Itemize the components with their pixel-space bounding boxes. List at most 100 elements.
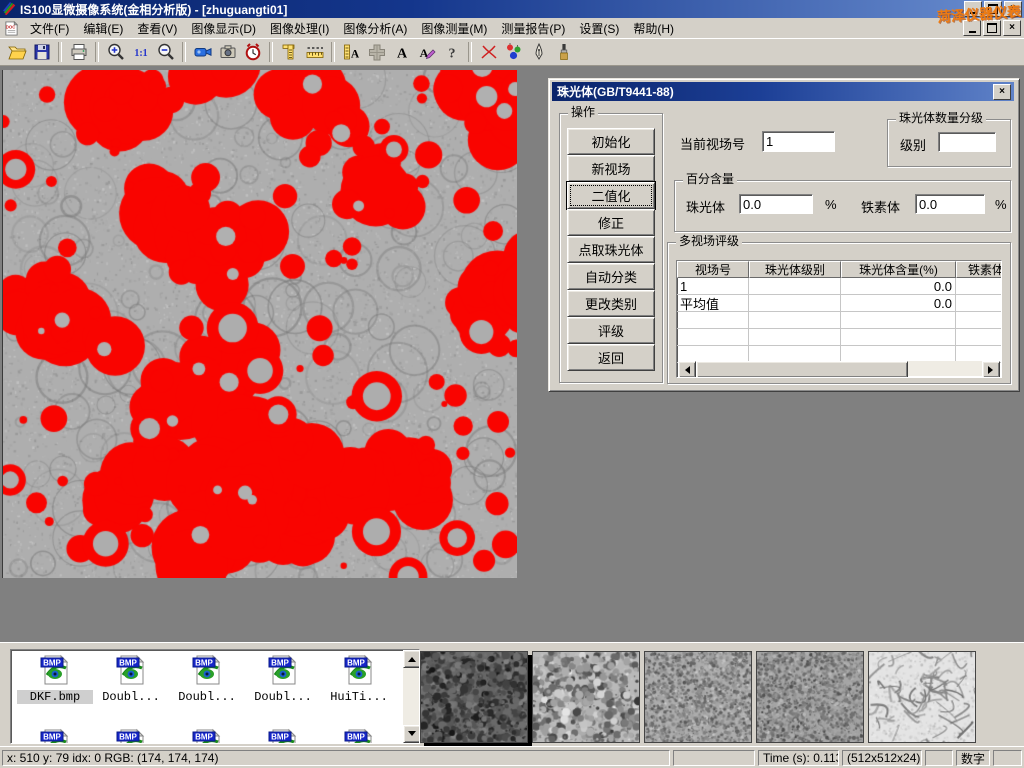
new-field-button[interactable]: 新视场 — [567, 155, 655, 182]
table-row[interactable]: 1 0.0 — [677, 278, 1001, 295]
menu-settings[interactable]: 设置(S) — [572, 18, 626, 39]
percent-group: 百分含量 珠光体 % 铁素体 % — [674, 180, 1011, 232]
menu-image-analysis[interactable]: 图像分析(A) — [336, 18, 414, 39]
auto-classify-button[interactable]: 自动分类 — [567, 263, 655, 290]
ferrite-percent-input[interactable] — [915, 194, 985, 214]
thumbnail-1[interactable] — [420, 651, 528, 743]
thumbnail-4[interactable] — [756, 651, 864, 743]
scroll-down-icon[interactable] — [403, 725, 420, 743]
status-empty-2 — [925, 750, 953, 766]
ferrite-label: 铁素体 — [861, 197, 900, 216]
menu-image-measure[interactable]: 图像测量(M) — [414, 18, 494, 39]
svg-text:1:1: 1:1 — [134, 48, 147, 59]
actual-size-icon[interactable]: 1:1 — [128, 40, 153, 64]
menu-file[interactable]: 文件(F) — [23, 18, 76, 39]
init-button[interactable]: 初始化 — [567, 128, 655, 155]
return-button[interactable]: 返回 — [567, 344, 655, 371]
video-camera-icon[interactable] — [190, 40, 215, 64]
file-item[interactable] — [17, 727, 93, 744]
status-mode: 数字 — [956, 750, 990, 766]
still-camera-icon[interactable] — [215, 40, 240, 64]
menu-help[interactable]: 帮助(H) — [626, 18, 681, 39]
thumbnail-2[interactable] — [532, 651, 640, 743]
child-restore-button[interactable] — [983, 20, 1001, 36]
file-item[interactable] — [245, 727, 321, 744]
letter-a-icon[interactable]: A — [389, 40, 414, 64]
help-icon[interactable]: ? — [439, 40, 464, 64]
scroll-left-icon[interactable] — [678, 361, 696, 378]
file-item[interactable]: Doubl... — [169, 653, 245, 704]
dialog-close-button[interactable]: × — [993, 84, 1011, 100]
binarize-button[interactable]: 二值化 — [567, 182, 655, 209]
file-list-scrollbar[interactable] — [403, 650, 419, 743]
current-field-input[interactable] — [762, 131, 835, 152]
timer-clock-icon[interactable] — [240, 40, 265, 64]
status-image-size: (512x512x24) — [842, 750, 922, 766]
child-close-button[interactable]: × — [1003, 20, 1021, 36]
table-row[interactable]: 平均值 0.0 — [677, 295, 1001, 312]
correct-button[interactable]: 修正 — [567, 209, 655, 236]
rate-button[interactable]: 评级 — [567, 317, 655, 344]
grid-stamp-icon[interactable] — [364, 40, 389, 64]
brush-icon[interactable] — [551, 40, 576, 64]
zoom-in-icon[interactable] — [103, 40, 128, 64]
menu-measure-report[interactable]: 测量报告(P) — [494, 18, 572, 39]
status-time: Time (s): 0.113 — [758, 750, 839, 766]
file-item[interactable]: DKF.bmp — [17, 653, 93, 704]
col-pearlite-level: 珠光体级别 — [749, 261, 841, 278]
open-folder-icon[interactable] — [4, 40, 29, 64]
thumbnail-5[interactable] — [868, 651, 976, 743]
menu-image-processing[interactable]: 图像处理(I) — [263, 18, 336, 39]
menu-edit[interactable]: 编辑(E) — [76, 18, 130, 39]
scrollbar-thumb[interactable] — [696, 361, 908, 378]
table-horizontal-scrollbar[interactable] — [678, 361, 1000, 376]
annotate-edit-icon[interactable]: A — [414, 40, 439, 64]
pearlite-percent-input[interactable] — [739, 194, 813, 214]
micrograph-canvas[interactable] — [2, 70, 517, 578]
ruler-dashed-icon[interactable] — [302, 40, 327, 64]
minimize-button[interactable] — [964, 1, 982, 17]
curve-tool-icon[interactable] — [476, 40, 501, 64]
file-item[interactable]: Doubl... — [245, 653, 321, 704]
change-class-button[interactable]: 更改类别 — [567, 290, 655, 317]
current-field-label: 当前视场号 — [680, 134, 745, 153]
pick-pearlite-button[interactable]: 点取珠光体 — [567, 236, 655, 263]
restore-button[interactable] — [984, 1, 1002, 17]
file-item[interactable]: Doubl... — [93, 653, 169, 704]
scroll-right-icon[interactable] — [982, 361, 1000, 378]
table-row[interactable] — [677, 312, 1001, 329]
table-row[interactable] — [677, 329, 1001, 346]
child-minimize-button[interactable] — [963, 20, 981, 36]
level-input[interactable] — [938, 132, 996, 152]
window-title: IS100显微摄像系统(金相分析版) - [zhuguangti01] — [20, 1, 287, 18]
caliper-icon[interactable] — [277, 40, 302, 64]
save-icon[interactable] — [29, 40, 54, 64]
grading-group: 珠光体数量分级 级别 — [887, 119, 1011, 167]
scroll-up-icon[interactable] — [403, 650, 420, 668]
dialog-title-bar[interactable]: 珠光体(GB/T9441-88) × — [552, 82, 1014, 101]
multifield-group-label: 多视场评级 — [676, 234, 742, 249]
classify-balls-icon[interactable] — [501, 40, 526, 64]
file-item[interactable] — [93, 727, 169, 744]
file-item[interactable] — [321, 727, 397, 744]
bmp-file-icon — [267, 653, 299, 687]
cell-level — [749, 278, 841, 295]
multifield-group: 多视场评级 视场号 珠光体级别 珠光体含量(%) 铁素体 1 0.0 — [667, 242, 1011, 384]
minimize-icon — [969, 31, 976, 33]
multifield-table[interactable]: 视场号 珠光体级别 珠光体含量(%) 铁素体 1 0.0 平均值 — [676, 260, 1002, 378]
file-item[interactable] — [169, 727, 245, 744]
status-empty-1 — [673, 750, 755, 766]
caliper-text-icon[interactable]: A — [339, 40, 364, 64]
zoom-out-icon[interactable] — [153, 40, 178, 64]
menu-image-display[interactable]: 图像显示(D) — [184, 18, 263, 39]
file-item[interactable]: HuiTi... — [321, 653, 397, 704]
menu-view[interactable]: 查看(V) — [130, 18, 184, 39]
print-icon[interactable] — [66, 40, 91, 64]
close-button[interactable]: × — [1004, 1, 1022, 17]
minimize-icon — [970, 12, 977, 14]
thumbnail-3[interactable] — [644, 651, 752, 743]
title-bar: IS100显微摄像系统(金相分析版) - [zhuguangti01] × — [0, 0, 1024, 18]
pen-nib-icon[interactable] — [526, 40, 551, 64]
svg-text:DOC: DOC — [6, 24, 16, 29]
file-list[interactable]: BMP DKF.bmp Doubl... Doubl... Doubl... H… — [10, 649, 420, 744]
